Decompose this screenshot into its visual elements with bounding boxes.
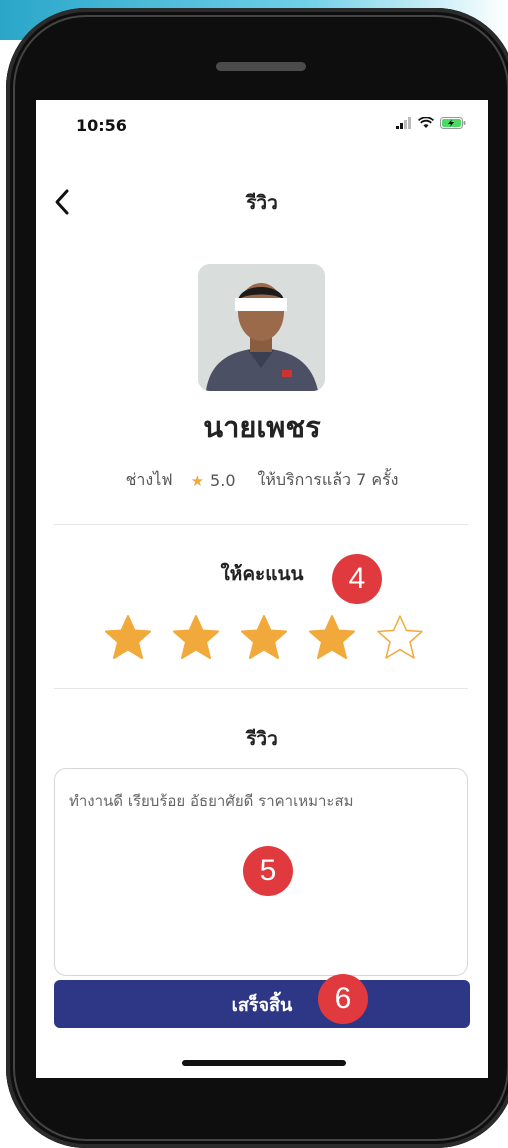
star-rating	[104, 614, 424, 660]
app-screen: 10:56 รีวิว นายเพชร ช่างไฟ ★ 5.0 ให้บริก…	[36, 100, 488, 1078]
battery-charging-icon	[440, 117, 466, 129]
person-photo	[198, 264, 325, 391]
status-icons	[396, 116, 466, 130]
submit-button[interactable]: เสร็จสิ้น	[54, 980, 470, 1028]
avatar	[198, 264, 325, 391]
signal-icon	[396, 117, 411, 129]
annotation-badge-6: 6	[318, 974, 368, 1024]
divider	[54, 688, 468, 689]
review-label: รีวิว	[246, 728, 278, 750]
face-blur-box	[235, 298, 287, 311]
rating-star-icon: ★	[190, 471, 205, 490]
wifi-icon	[418, 117, 434, 128]
speaker-grille	[216, 62, 306, 71]
star-icon-1[interactable]	[104, 614, 152, 660]
rating-value: 5.0	[210, 471, 236, 490]
star-icon-3[interactable]	[240, 614, 288, 660]
star-icon-4[interactable]	[308, 614, 356, 660]
provider-meta: ช่างไฟ ★ 5.0 ให้บริการแล้ว 7 ครั้ง	[36, 468, 488, 493]
page-title: รีวิว	[246, 192, 278, 214]
profession-label: ช่างไฟ	[125, 470, 173, 489]
divider	[54, 524, 468, 525]
home-indicator	[182, 1060, 346, 1066]
star-icon-5[interactable]	[376, 614, 424, 660]
annotation-badge-5: 5	[243, 846, 293, 896]
provider-name: นายเพชร	[203, 410, 321, 444]
annotation-badge-4: 4	[332, 554, 382, 604]
submit-label: เสร็จสิ้น	[231, 994, 293, 1016]
star-icon-2[interactable]	[172, 614, 220, 660]
rating-label: ให้คะแนน	[220, 563, 304, 585]
service-count: ให้บริการแล้ว 7 ครั้ง	[257, 470, 399, 489]
status-time: 10:56	[76, 116, 127, 135]
